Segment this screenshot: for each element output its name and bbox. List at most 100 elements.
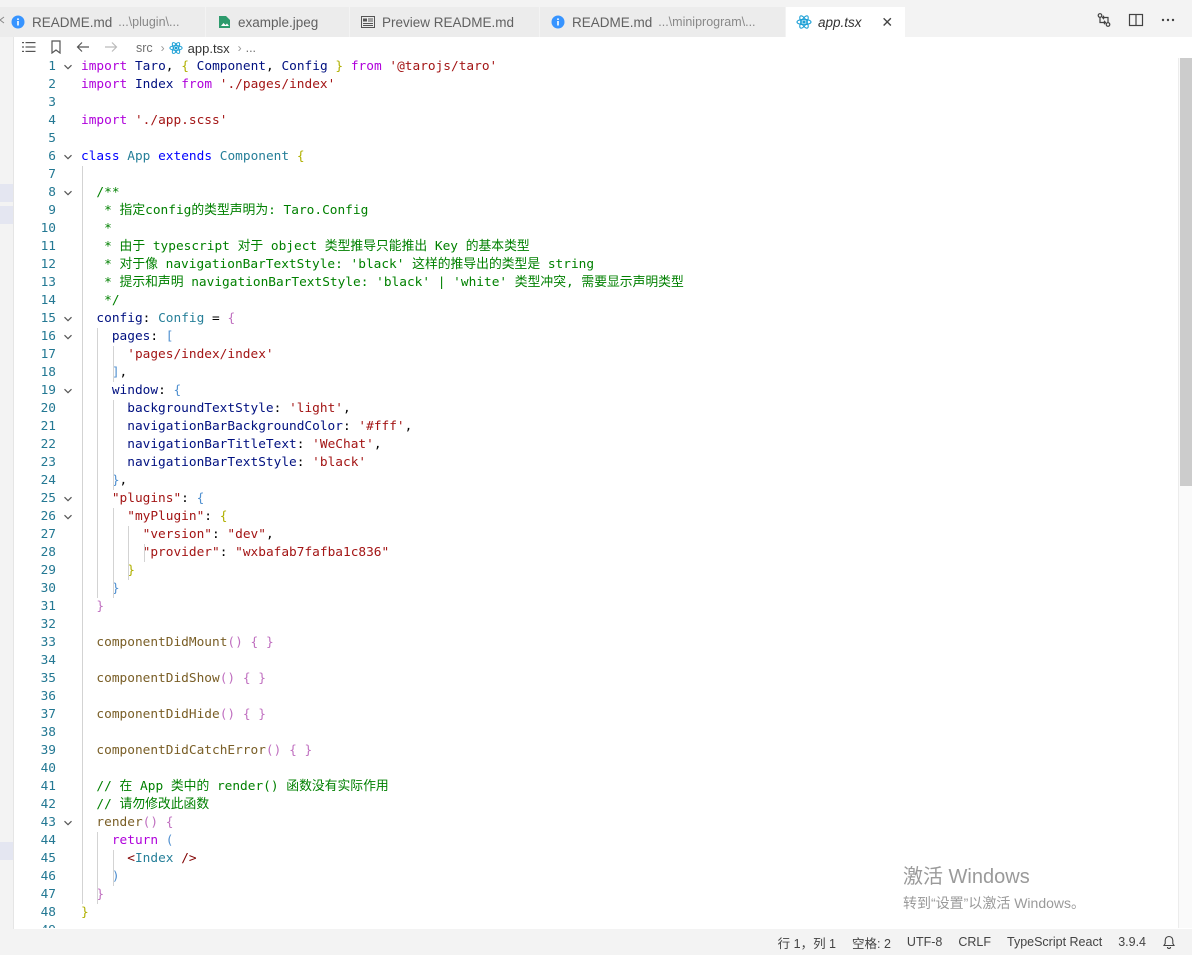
breadcrumb-file[interactable]: app.tsx	[169, 41, 230, 56]
code-text: componentDidHide() { }	[96, 707, 266, 722]
status-cursor-position[interactable]: 行 1，列 1	[778, 933, 836, 952]
indent-guide	[97, 526, 99, 544]
code-text: * 提示和声明 navigationBarTextStyle: 'black' …	[96, 275, 684, 290]
bookmark-icon[interactable]	[50, 39, 62, 57]
code-text: componentDidShow() { }	[96, 671, 266, 686]
indent-guide	[97, 544, 99, 562]
tab-preview-readme[interactable]: Preview README.md	[350, 7, 540, 37]
forward-arrow-icon[interactable]	[104, 41, 118, 56]
code-line: navigationBarBackgroundColor: '#fff',	[14, 418, 1178, 436]
indent-guide	[82, 166, 83, 184]
code-text: window: {	[111, 383, 182, 398]
code-line: }	[14, 598, 1178, 616]
line-number-row: 34	[14, 652, 1178, 670]
indent-guide	[112, 544, 114, 562]
code-text: * 指定config的类型声明为: Taro.Config	[96, 203, 369, 218]
code-text: import './app.scss'	[81, 113, 228, 128]
sidebar-edge-mark	[0, 184, 13, 202]
indent-guide	[97, 562, 99, 580]
indent-guide	[97, 382, 99, 400]
code-line: import './app.scss'	[14, 112, 1178, 130]
line-number: 34	[40, 653, 56, 668]
vertical-scrollbar[interactable]	[1178, 58, 1192, 928]
code-line: window: {	[14, 382, 1178, 400]
indent-guide	[82, 724, 83, 742]
code-text: navigationBarTitleText: 'WeChat',	[127, 437, 382, 452]
indent-guide	[82, 490, 83, 508]
code-text: *	[96, 221, 112, 236]
outline-list-icon[interactable]	[22, 41, 36, 56]
code-text: "plugins": {	[111, 491, 205, 506]
tab-readme-plugin[interactable]: README.md ...\plugin\...	[0, 7, 206, 37]
watermark-subtitle: 转到“设置”以激活 Windows。	[903, 895, 1086, 911]
code-line: backgroundTextStyle: 'light',	[14, 400, 1178, 418]
code-text: componentDidMount() { }	[96, 635, 274, 650]
scrollbar-thumb[interactable]	[1180, 58, 1192, 486]
indent-guide	[82, 382, 83, 400]
status-encoding[interactable]: UTF-8	[907, 935, 942, 949]
code-line: import Index from './pages/index'	[14, 76, 1178, 94]
chevron-right-icon: ›	[237, 41, 242, 55]
code-line: *	[14, 220, 1178, 238]
code-text: }	[127, 563, 135, 578]
indent-guide	[82, 256, 83, 274]
back-arrow-icon[interactable]	[76, 41, 90, 56]
line-number-row: 32	[14, 616, 1178, 634]
indent-guide	[97, 364, 99, 382]
indent-guide	[112, 364, 114, 382]
indent-guide	[97, 346, 99, 364]
indent-guide	[82, 850, 83, 868]
code-line: // 请勿修改此函数	[14, 796, 1178, 814]
code-line: "version": "dev",	[14, 526, 1178, 544]
indent-guide	[128, 562, 130, 580]
tab-app-tsx[interactable]: app.tsx ✕	[786, 7, 906, 37]
chevron-left-icon	[0, 16, 5, 24]
code-line: ],	[14, 364, 1178, 382]
code-line: "myPlugin": {	[14, 508, 1178, 526]
indent-guide	[82, 706, 83, 724]
image-icon	[216, 14, 232, 30]
indent-guide	[97, 454, 99, 472]
indent-guide	[82, 364, 83, 382]
react-icon	[796, 14, 812, 30]
react-icon	[169, 41, 183, 55]
status-language-mode[interactable]: TypeScript React	[1007, 935, 1102, 949]
bell-icon[interactable]	[1162, 935, 1176, 949]
code-text: componentDidCatchError() { }	[96, 743, 313, 758]
line-number-row: 5	[14, 130, 1178, 148]
code-text: pages: [	[111, 329, 174, 344]
status-eol[interactable]: CRLF	[958, 935, 991, 949]
code-text: // 请勿修改此函数	[96, 797, 210, 812]
more-actions-icon[interactable]	[1158, 10, 1178, 30]
preview-icon	[360, 14, 376, 30]
indent-guide	[97, 400, 99, 418]
indent-guide	[82, 886, 83, 904]
code-editor[interactable]: 1 2 3 4 5 6 7 8 9 10 11 12 13 14 15 16 17 18 19 20 21 22 23 24 2…	[14, 58, 1178, 928]
code-line: navigationBarTitleText: 'WeChat',	[14, 436, 1178, 454]
tab-label: app.tsx	[818, 14, 862, 30]
status-ts-version[interactable]: 3.9.4	[1118, 935, 1146, 949]
code-line: componentDidCatchError() { }	[14, 742, 1178, 760]
indent-guide	[82, 580, 83, 598]
indent-guide	[112, 454, 114, 472]
window-top-strip	[0, 0, 1192, 7]
split-editor-icon[interactable]	[1126, 10, 1146, 30]
status-indentation[interactable]: 空格: 2	[852, 933, 891, 952]
indent-guide	[82, 454, 83, 472]
tab-example-jpeg[interactable]: example.jpeg	[206, 7, 350, 37]
watermark-title: 激活 Windows	[903, 866, 1030, 888]
indent-guide	[97, 850, 99, 868]
code-line: componentDidShow() { }	[14, 670, 1178, 688]
tab-readme-miniprogram[interactable]: README.md ...\miniprogram\...	[540, 7, 786, 37]
line-number: 38	[40, 725, 56, 740]
close-icon[interactable]: ✕	[880, 14, 895, 31]
code-line: navigationBarTextStyle: 'black'	[14, 454, 1178, 472]
code-text: 'pages/index/index'	[127, 347, 274, 362]
indent-guide	[143, 544, 145, 562]
indent-guide	[82, 346, 83, 364]
code-line: componentDidHide() { }	[14, 706, 1178, 724]
breadcrumb-folder[interactable]: src	[136, 41, 153, 55]
breadcrumb-more[interactable]: ...	[246, 41, 256, 55]
open-changes-icon[interactable]	[1094, 10, 1114, 30]
line-number: 3	[48, 95, 56, 110]
